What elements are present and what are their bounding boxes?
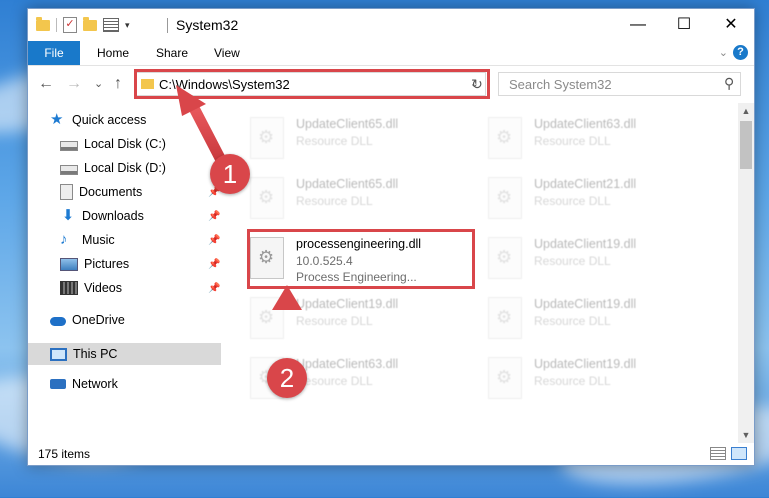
annotation-arrows [176,85,302,366]
arrow-2 [272,285,302,366]
step-2-badge: 2 [267,358,307,398]
step-1-badge: 1 [210,154,250,194]
arrow-1 [176,85,228,168]
